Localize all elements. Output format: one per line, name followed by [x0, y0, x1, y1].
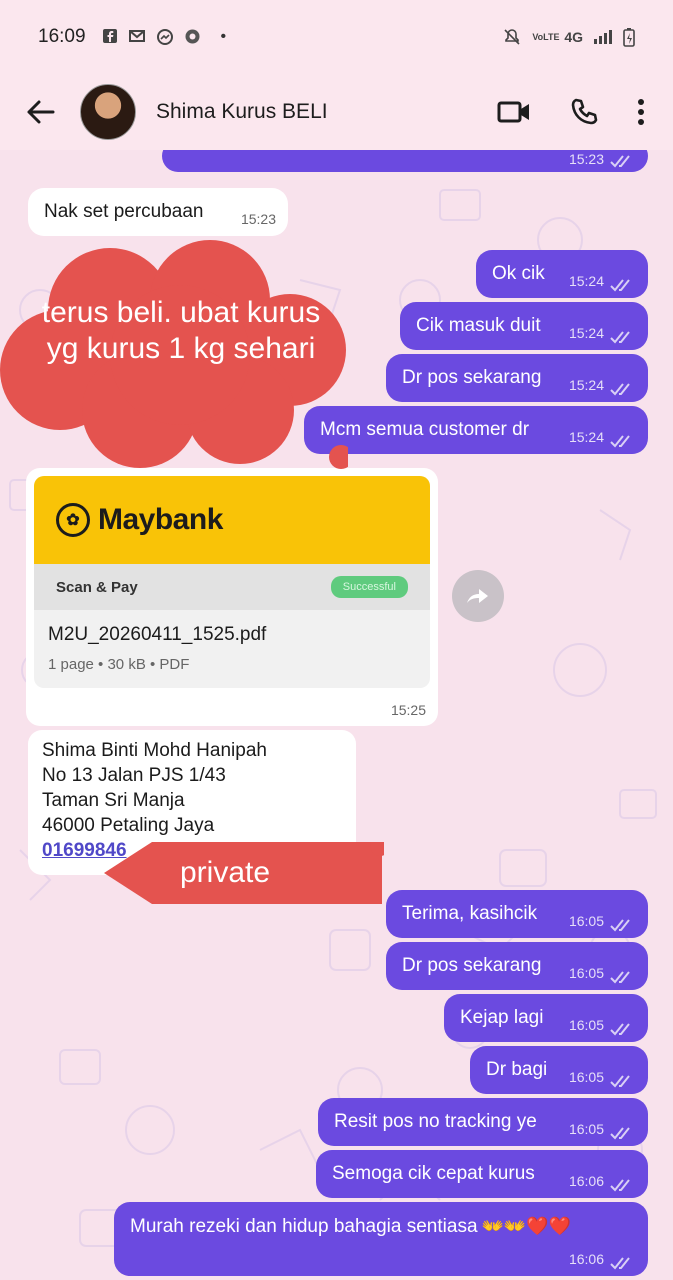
message-time: 15:24	[568, 325, 604, 342]
message-incoming[interactable]: Nak set percubaan 15:23	[28, 188, 288, 236]
messenger-icon	[156, 29, 173, 45]
maybank-banner: ✿ Maybank	[34, 476, 430, 564]
status-bar: 16:09 • VoLTE 4G	[0, 0, 673, 74]
message-outgoing[interactable]: Semoga cik cepat kurus 16:06	[316, 1150, 648, 1198]
message-text: Ok cik	[492, 262, 545, 284]
message-text: Dr pos sekarang	[402, 366, 542, 388]
volte-label: VoLTE	[532, 31, 560, 42]
message-text: Dr pos sekarang	[402, 954, 542, 976]
message-text: Resit pos no tracking ye	[334, 1110, 537, 1132]
message-time: 16:06	[568, 1251, 604, 1268]
forward-icon	[467, 589, 488, 603]
message-outgoing[interactable]: Terima, kasihcik 16:05	[386, 890, 648, 938]
notification-icons	[102, 28, 201, 46]
address-line: Taman Sri Manja	[42, 790, 185, 811]
message-time: 15:25	[390, 702, 426, 718]
address-line: 46000 Petaling Jaya	[42, 815, 215, 836]
read-ticks-icon	[610, 1179, 630, 1192]
read-ticks-icon	[610, 1127, 630, 1140]
message-outgoing[interactable]: Cik masuk duit 15:24	[400, 302, 648, 350]
message-outgoing[interactable]: Kejap lagi 16:05	[444, 994, 648, 1042]
message-time: 15:23	[240, 211, 276, 228]
voice-call-icon[interactable]	[569, 97, 599, 127]
battery-icon	[623, 28, 635, 47]
annotation-cloud-text: terus beli. ubat kurus yg kurus 1 kg seh…	[41, 296, 321, 365]
address-line: No 13 Jalan PJS 1/43	[42, 765, 226, 786]
status-right: VoLTE 4G	[502, 27, 635, 47]
document-filename: M2U_20260411_1525.pdf	[48, 624, 267, 645]
read-ticks-icon	[610, 1023, 630, 1036]
message-partial-top[interactable]: 15:23	[162, 150, 648, 172]
message-time: 16:05	[568, 1069, 604, 1086]
read-ticks-icon	[610, 331, 630, 344]
scan-pay-label: Scan & Pay	[56, 578, 138, 596]
read-ticks-icon	[610, 1075, 630, 1088]
read-ticks-icon	[610, 155, 630, 168]
message-time: 16:05	[568, 965, 604, 982]
message-time: 16:05	[568, 1121, 604, 1138]
read-ticks-icon	[610, 279, 630, 292]
message-text: Terima, kasihcik	[402, 902, 538, 924]
status-time: 16:09	[38, 26, 86, 47]
header-actions	[497, 97, 673, 127]
message-time: 15:24	[568, 273, 604, 290]
facebook-icon	[102, 29, 117, 43]
video-call-icon[interactable]	[497, 100, 531, 124]
brand-name: Maybank	[98, 503, 223, 536]
message-time: 15:23	[568, 151, 604, 168]
back-button[interactable]	[0, 99, 80, 125]
address-line: Shima Binti Mohd Hanipah	[42, 740, 267, 761]
message-text: Semoga cik cepat kurus	[332, 1162, 535, 1184]
message-text: Kejap lagi	[460, 1006, 544, 1028]
message-text: Murah rezeki dan hidup bahagia sentiasa	[130, 1216, 478, 1237]
read-ticks-icon	[610, 919, 630, 932]
status-left: 16:09 •	[38, 26, 226, 48]
message-time: 15:24	[568, 429, 604, 446]
contact-name[interactable]: Shima Kurus BELI	[156, 100, 497, 124]
read-ticks-icon	[610, 971, 630, 984]
message-outgoing[interactable]: Resit pos no tracking ye 16:05	[318, 1098, 648, 1146]
gmail-icon	[128, 30, 145, 42]
annotation-private-text: private	[180, 856, 271, 889]
emoji-reactions: 👐👐❤️❤️	[481, 1216, 572, 1236]
document-preview[interactable]: ✿ Maybank Scan & Pay Successful M2U_2026…	[34, 476, 430, 688]
message-outgoing[interactable]: Dr bagi 16:05	[470, 1046, 648, 1094]
document-meta: 1 page • 30 kB • PDF	[48, 656, 190, 673]
chat-header: Shima Kurus BELI	[0, 74, 673, 150]
status-badge: Successful	[330, 576, 408, 598]
message-time: 16:05	[568, 913, 604, 930]
read-ticks-icon	[610, 1257, 630, 1270]
mute-icon	[504, 29, 520, 45]
more-notifications-dot: •	[220, 28, 227, 45]
document-message[interactable]: ✿ Maybank Scan & Pay Successful M2U_2026…	[26, 468, 438, 726]
forward-button[interactable]	[452, 570, 504, 622]
message-outgoing[interactable]: Mcm semua customer dr 15:24	[304, 406, 648, 454]
message-time: 16:06	[568, 1173, 604, 1190]
more-options-icon[interactable]	[637, 98, 645, 126]
message-text: Cik masuk duit	[416, 314, 541, 336]
signal-icon	[594, 30, 612, 44]
read-ticks-icon	[610, 383, 630, 396]
message-outgoing[interactable]: Murah rezeki dan hidup bahagia sentiasa …	[114, 1202, 648, 1276]
network-label: 4G	[564, 29, 583, 45]
message-text: Dr bagi	[486, 1058, 548, 1080]
message-text: Mcm semua customer dr	[320, 418, 530, 440]
message-time: 15:24	[568, 377, 604, 394]
message-outgoing[interactable]: Dr pos sekarang 15:24	[386, 354, 648, 402]
message-outgoing[interactable]: Dr pos sekarang 16:05	[386, 942, 648, 990]
scan-pay-strip: Scan & Pay Successful	[34, 564, 430, 610]
read-ticks-icon	[610, 435, 630, 448]
avatar[interactable]	[80, 84, 136, 140]
message-time: 16:05	[568, 1017, 604, 1034]
message-outgoing[interactable]: Ok cik 15:24	[476, 250, 648, 298]
message-text: Nak set percubaan	[44, 200, 204, 222]
chrome-icon	[185, 29, 200, 44]
maybank-logo-icon: ✿	[56, 503, 90, 537]
back-arrow-icon	[27, 100, 55, 124]
